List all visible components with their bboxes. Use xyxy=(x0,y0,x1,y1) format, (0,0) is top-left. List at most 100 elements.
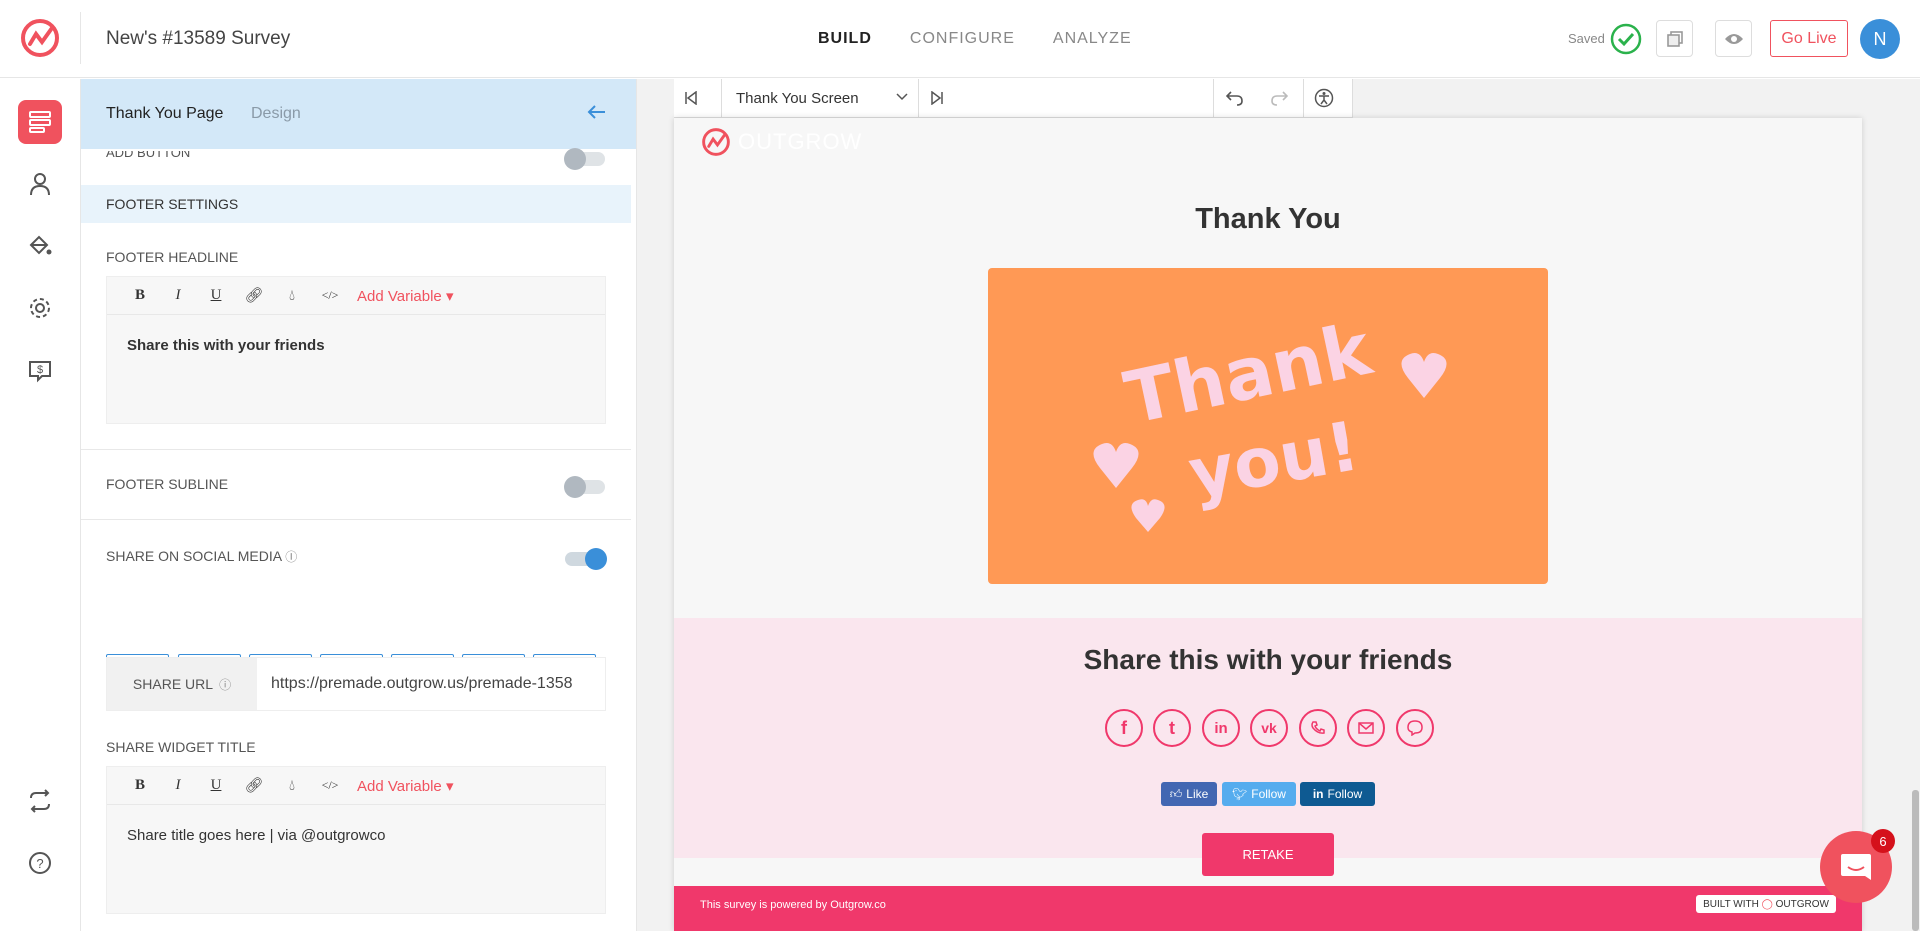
help-icon: ? xyxy=(27,850,53,876)
dollar-chat-icon: $ xyxy=(27,358,53,384)
vk-icon: vk xyxy=(1261,720,1277,736)
outgrow-logo-icon[interactable] xyxy=(18,16,62,60)
undo-redo-toolbar xyxy=(1213,79,1353,118)
divider xyxy=(80,12,81,64)
tab-build[interactable]: BUILD xyxy=(818,30,872,48)
share-widget-title-text[interactable]: Share title goes here | via @outgrowco xyxy=(127,827,385,844)
svg-text:$: $ xyxy=(37,364,43,376)
built-with-brand: OUTGROW xyxy=(1775,898,1829,910)
panel-header: Thank You Page Design xyxy=(81,79,636,149)
retake-button[interactable]: RETAKE xyxy=(1202,833,1334,876)
footer-headline-label: FOOTER HEADLINE xyxy=(106,249,239,265)
nav-help[interactable]: ? xyxy=(18,841,62,885)
copy-icon xyxy=(1666,30,1684,48)
share-whatsapp-link[interactable] xyxy=(1299,709,1337,747)
nav-switch[interactable] xyxy=(18,779,62,823)
tab-design[interactable]: Design xyxy=(251,105,301,123)
share-email-link[interactable] xyxy=(1347,709,1385,747)
facebook-like-button[interactable]: 👍︎ Like xyxy=(1161,782,1217,806)
underline-icon[interactable]: U xyxy=(197,777,235,794)
linkedin-follow-button[interactable]: in Follow xyxy=(1300,782,1375,806)
powered-by-text[interactable]: This survey is powered by Outgrow.co xyxy=(700,899,886,911)
share-vk-link[interactable]: vk xyxy=(1250,709,1288,747)
share-facebook-link[interactable]: f xyxy=(1105,709,1143,747)
left-nav: $ ? xyxy=(0,79,81,931)
last-screen-icon[interactable] xyxy=(930,91,944,105)
svg-text:?: ? xyxy=(36,856,43,871)
thank-you-image[interactable]: Thank you! xyxy=(988,268,1548,584)
gear-icon xyxy=(27,295,53,321)
logo-wordmark: OUTGROW xyxy=(738,129,863,154)
first-screen-icon[interactable] xyxy=(684,91,698,105)
underline-icon[interactable]: U xyxy=(197,287,235,304)
thumbs-up-icon: 👍︎ xyxy=(1169,786,1183,801)
facebook-icon: f xyxy=(1121,717,1127,738)
color-drop-icon[interactable]: 💧︎ xyxy=(273,287,311,305)
follow-twitter-label: Follow xyxy=(1251,787,1286,801)
check-circle-icon xyxy=(1610,23,1642,55)
phone-icon xyxy=(1310,720,1326,736)
link-icon[interactable]: 🔗︎ xyxy=(235,776,273,795)
italic-icon[interactable]: I xyxy=(159,777,197,794)
nav-audience[interactable] xyxy=(18,162,62,206)
built-with-badge[interactable]: BUILT WITH ◯ OUTGROW xyxy=(1696,895,1836,913)
code-icon[interactable]: </> xyxy=(311,288,349,303)
preview-button[interactable] xyxy=(1715,20,1752,57)
info-icon[interactable]: ⓘ xyxy=(219,676,231,693)
add-button-toggle[interactable] xyxy=(564,148,605,170)
share-twitter-link[interactable]: t xyxy=(1153,709,1191,747)
nav-settings[interactable] xyxy=(18,286,62,330)
info-icon[interactable]: ⓘ xyxy=(285,550,297,564)
share-messenger-link[interactable] xyxy=(1396,709,1434,747)
follow-linkedin-label: Follow xyxy=(1327,787,1363,801)
divider xyxy=(918,79,919,118)
settings-panel: Thank You Page Design ADD BUTTON FOOTER … xyxy=(81,79,637,931)
linkedin-icon: in xyxy=(1312,787,1324,801)
nav-pricing[interactable]: $ xyxy=(18,349,62,393)
divider xyxy=(1303,79,1304,118)
share-url-field[interactable]: SHARE URL ⓘ https://premade.outgrow.us/pr… xyxy=(106,657,606,711)
chevron-down-icon[interactable] xyxy=(896,92,908,102)
share-url-value[interactable]: https://premade.outgrow.us/premade-1358 xyxy=(271,675,573,693)
thank-you-heading[interactable]: Thank You xyxy=(674,203,1862,236)
share-widget-title-editor[interactable]: B I U 🔗︎ 💧︎ </> Add Variable ▾ Share tit… xyxy=(106,766,606,914)
divider xyxy=(81,449,631,450)
bold-icon[interactable]: B xyxy=(121,777,159,794)
toggle-knob xyxy=(564,476,586,498)
avatar[interactable]: N xyxy=(1860,19,1900,59)
add-variable-dropdown[interactable]: Add Variable ▾ xyxy=(357,287,453,305)
share-title[interactable]: Share this with your friends xyxy=(674,644,1862,676)
accessibility-icon[interactable] xyxy=(1314,88,1334,108)
duplicate-button[interactable] xyxy=(1656,20,1693,57)
share-social-toggle[interactable] xyxy=(565,548,607,570)
footer-headline-text[interactable]: Share this with your friends xyxy=(127,337,325,354)
screen-select[interactable]: Thank You Screen xyxy=(736,90,859,107)
toggle-knob xyxy=(585,548,607,570)
twitter-follow-button[interactable]: 🐦︎ Follow xyxy=(1222,782,1296,806)
nav-design[interactable] xyxy=(18,224,62,268)
tab-configure[interactable]: CONFIGURE xyxy=(910,30,1015,48)
arrow-left-icon[interactable] xyxy=(586,104,606,120)
saved-status: Saved xyxy=(1568,31,1605,46)
tab-analyze[interactable]: ANALYZE xyxy=(1053,30,1132,48)
link-icon[interactable]: 🔗︎ xyxy=(235,286,273,305)
go-live-button[interactable]: Go Live xyxy=(1770,20,1848,57)
page-scrollbar[interactable] xyxy=(1912,790,1919,931)
tab-thank-you-page[interactable]: Thank You Page xyxy=(106,105,223,123)
code-icon[interactable]: </> xyxy=(311,778,349,793)
italic-icon[interactable]: I xyxy=(159,287,197,304)
undo-icon[interactable] xyxy=(1226,90,1244,106)
project-title[interactable]: New's #13589 Survey xyxy=(106,28,290,50)
main-nav-tabs: BUILD CONFIGURE ANALYZE xyxy=(818,30,1132,48)
bold-icon[interactable]: B xyxy=(121,287,159,304)
share-linkedin-link[interactable]: in xyxy=(1202,709,1240,747)
footer-headline-editor[interactable]: B I U 🔗︎ 💧︎ </> Add Variable ▾ Share thi… xyxy=(106,276,606,424)
user-icon xyxy=(27,171,53,197)
add-variable-dropdown[interactable]: Add Variable ▾ xyxy=(357,777,453,795)
nav-build[interactable] xyxy=(18,100,62,144)
redo-icon[interactable] xyxy=(1270,90,1288,106)
footer-settings-label: FOOTER SETTINGS xyxy=(106,196,239,212)
footer-subline-toggle[interactable] xyxy=(564,476,605,498)
color-drop-icon[interactable]: 💧︎ xyxy=(273,777,311,795)
messenger-icon xyxy=(1407,720,1423,736)
